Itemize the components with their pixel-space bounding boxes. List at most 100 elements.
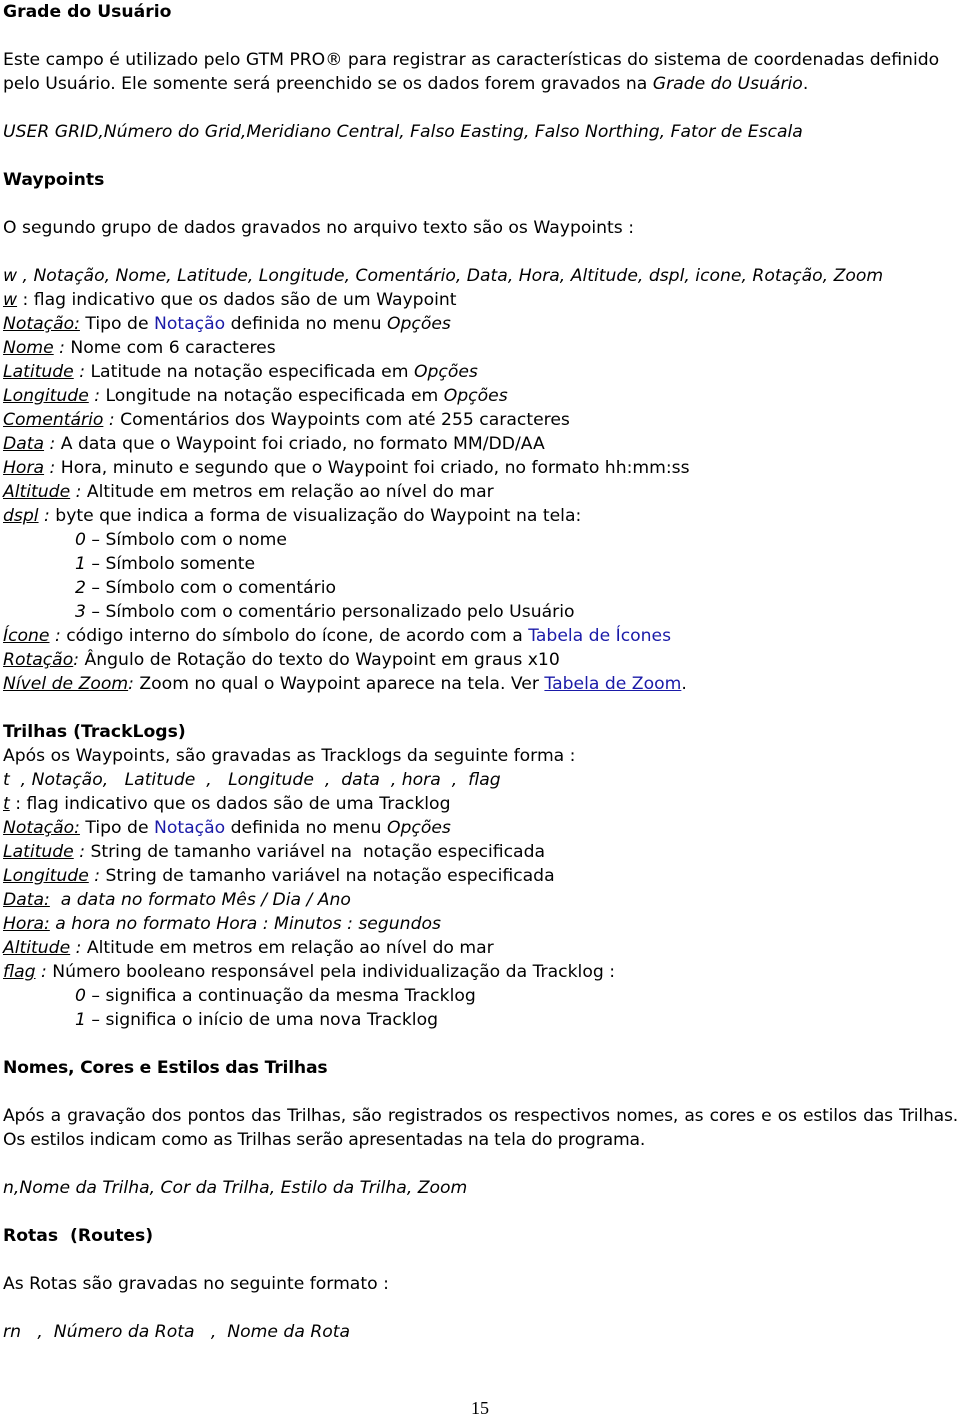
field-desc: Tipo de — [79, 818, 154, 838]
field-term: t — [3, 794, 10, 814]
option-desc: – significa o início de uma nova Tracklo… — [85, 1010, 438, 1030]
field-desc: flag indicativo que os dados são de uma … — [26, 794, 451, 814]
separator: : — [38, 506, 56, 526]
option-desc: – Símbolo com o nome — [85, 530, 287, 550]
separator: : — [73, 842, 91, 862]
field-desc: Latitude na notação especificada em — [90, 362, 414, 382]
field-term: Altitude — [3, 938, 71, 958]
section-heading-grade: Grade do Usuário — [3, 2, 172, 22]
option-code: 0 — [75, 530, 86, 550]
field-term: Nível de Zoom — [3, 674, 129, 694]
section-heading-rotas: Rotas (Routes) — [3, 1226, 154, 1246]
field-desc: Comentários dos Waypoints com até 255 ca… — [120, 410, 570, 430]
field-longitude: Longitude : Longitude na notação especif… — [3, 384, 508, 408]
option-code: 3 — [75, 602, 86, 622]
field-term: Comentário — [3, 410, 104, 430]
option-code: 1 — [75, 1010, 86, 1030]
grade-paragraph-line-2: pelo Usuário. Ele somente será preenchid… — [3, 72, 808, 96]
separator: : — [49, 626, 67, 646]
field-term: Longitude — [3, 386, 89, 406]
nomes-paragraph: Após a gravação dos pontos das Trilhas, … — [3, 1106, 958, 1150]
separator: : — [17, 290, 34, 310]
field-comentario: Comentário : Comentários dos Waypoints c… — [3, 408, 570, 432]
option-desc: – Símbolo com o comentário personalizado… — [85, 602, 575, 622]
field-term: Hora: — [3, 914, 50, 934]
separator: : — [73, 650, 85, 670]
field-flag: flag : Número booleano responsável pela … — [3, 960, 615, 984]
field-hora: Hora : Hora, minuto e segundo que o Wayp… — [3, 456, 690, 480]
field-altitude: Altitude : Altitude em metros em relação… — [3, 480, 494, 504]
flag-option: 1 – significa o início de uma nova Track… — [75, 1008, 438, 1032]
tabela-zoom-link[interactable]: Tabela de Zoom — [544, 674, 681, 694]
field-notacao-trilha: Notação: Tipo de Notação definida no men… — [3, 816, 451, 840]
field-w: w : flag indicativo que os dados são de … — [3, 288, 457, 312]
trilhas-format-line: t , Notação, Latitude , Longitude , data… — [3, 770, 501, 790]
section-heading-waypoints: Waypoints — [3, 170, 105, 190]
field-desc: Zoom no qual o Waypoint aparece na tela.… — [139, 674, 545, 694]
text: . — [681, 674, 687, 694]
field-icone: Ícone : código interno do símbolo do íco… — [3, 624, 671, 648]
field-term: Latitude — [3, 842, 74, 862]
field-term: Hora — [3, 458, 45, 478]
menu-reference: Opções — [386, 818, 451, 838]
field-latitude: Latitude : Latitude na notação especific… — [3, 360, 478, 384]
separator: : — [70, 938, 87, 958]
field-desc: definida no menu — [225, 818, 387, 838]
field-term: Rotação — [3, 650, 74, 670]
dspl-option: 2 – Símbolo com o comentário — [75, 576, 336, 600]
nomes-format-line: n,Nome da Trilha, Cor da Trilha, Estilo … — [3, 1178, 468, 1198]
field-desc: byte que indica a forma de visualização … — [55, 506, 582, 526]
separator: : — [103, 410, 121, 430]
option-desc: – Símbolo com o comentário — [85, 578, 337, 598]
rotas-intro: As Rotas são gravadas no seguinte format… — [3, 1274, 389, 1294]
grade-reference: Grade do Usuário — [652, 74, 803, 94]
field-desc: Longitude na notação especificada em — [105, 386, 444, 406]
field-term: Notação: — [3, 818, 80, 838]
field-desc: flag indicativo que os dados são de um W… — [33, 290, 457, 310]
field-desc: Altitude em metros em relação ao nível d… — [86, 482, 494, 502]
field-term: Altitude — [3, 482, 71, 502]
option-code: 0 — [75, 986, 86, 1006]
field-desc: Número booleano responsável pela individ… — [52, 962, 615, 982]
flag-option: 0 – significa a continuação da mesma Tra… — [75, 984, 476, 1008]
field-term: Latitude — [3, 362, 74, 382]
field-term: w — [3, 290, 18, 310]
option-code: 1 — [75, 554, 86, 574]
page-number: 15 — [471, 1398, 489, 1418]
menu-reference: Opções — [386, 314, 451, 334]
field-desc: Hora, minuto e segundo que o Waypoint fo… — [60, 458, 690, 478]
menu-reference: Opções — [413, 362, 478, 382]
separator: : — [88, 386, 106, 406]
notacao-link[interactable]: Notação — [154, 314, 225, 334]
rotas-format-line: rn , Número da Rota , Nome da Rota — [3, 1322, 351, 1342]
waypoints-format-line: w , Notação, Nome, Latitude, Longitude, … — [3, 266, 884, 286]
field-desc: Altitude em metros em relação ao nível d… — [86, 938, 494, 958]
dspl-option: 1 – Símbolo somente — [75, 552, 255, 576]
dspl-option: 0 – Símbolo com o nome — [75, 528, 287, 552]
field-desc: definida no menu — [225, 314, 387, 334]
field-rotacao: Rotação: Ângulo de Rotação do texto do W… — [3, 648, 560, 672]
option-code: 2 — [75, 578, 86, 598]
separator: : — [73, 362, 91, 382]
dspl-option: 3 – Símbolo com o comentário personaliza… — [75, 600, 574, 624]
separator: : — [44, 458, 61, 478]
field-term: Data — [3, 434, 45, 454]
field-data-trilha: Data: a data no formato Mês / Dia / Ano — [3, 888, 351, 912]
field-data: Data : A data que o Waypoint foi criado,… — [3, 432, 545, 456]
separator: : — [70, 482, 87, 502]
field-desc: A data que o Waypoint foi criado, no for… — [60, 434, 545, 454]
field-desc: Nome com 6 caracteres — [70, 338, 276, 358]
field-term: Notação: — [3, 314, 80, 334]
field-desc: Tipo de — [79, 314, 154, 334]
field-longitude-trilha: Longitude : String de tamanho variável n… — [3, 864, 555, 888]
field-term: Longitude — [3, 866, 89, 886]
field-desc: a hora no formato Hora : Minutos : segun… — [49, 914, 441, 934]
field-nivel-zoom: Nível de Zoom: Zoom no qual o Waypoint a… — [3, 672, 687, 696]
field-term: dspl — [3, 506, 39, 526]
field-term: Data: — [3, 890, 50, 910]
field-hora-trilha: Hora: a hora no formato Hora : Minutos :… — [3, 912, 441, 936]
field-latitude-trilha: Latitude : String de tamanho variável na… — [3, 840, 545, 864]
tabela-icones-link[interactable]: Tabela de Ícones — [528, 626, 671, 646]
notacao-link[interactable]: Notação — [154, 818, 225, 838]
trilhas-intro: Após os Waypoints, são gravadas as Track… — [3, 746, 576, 766]
